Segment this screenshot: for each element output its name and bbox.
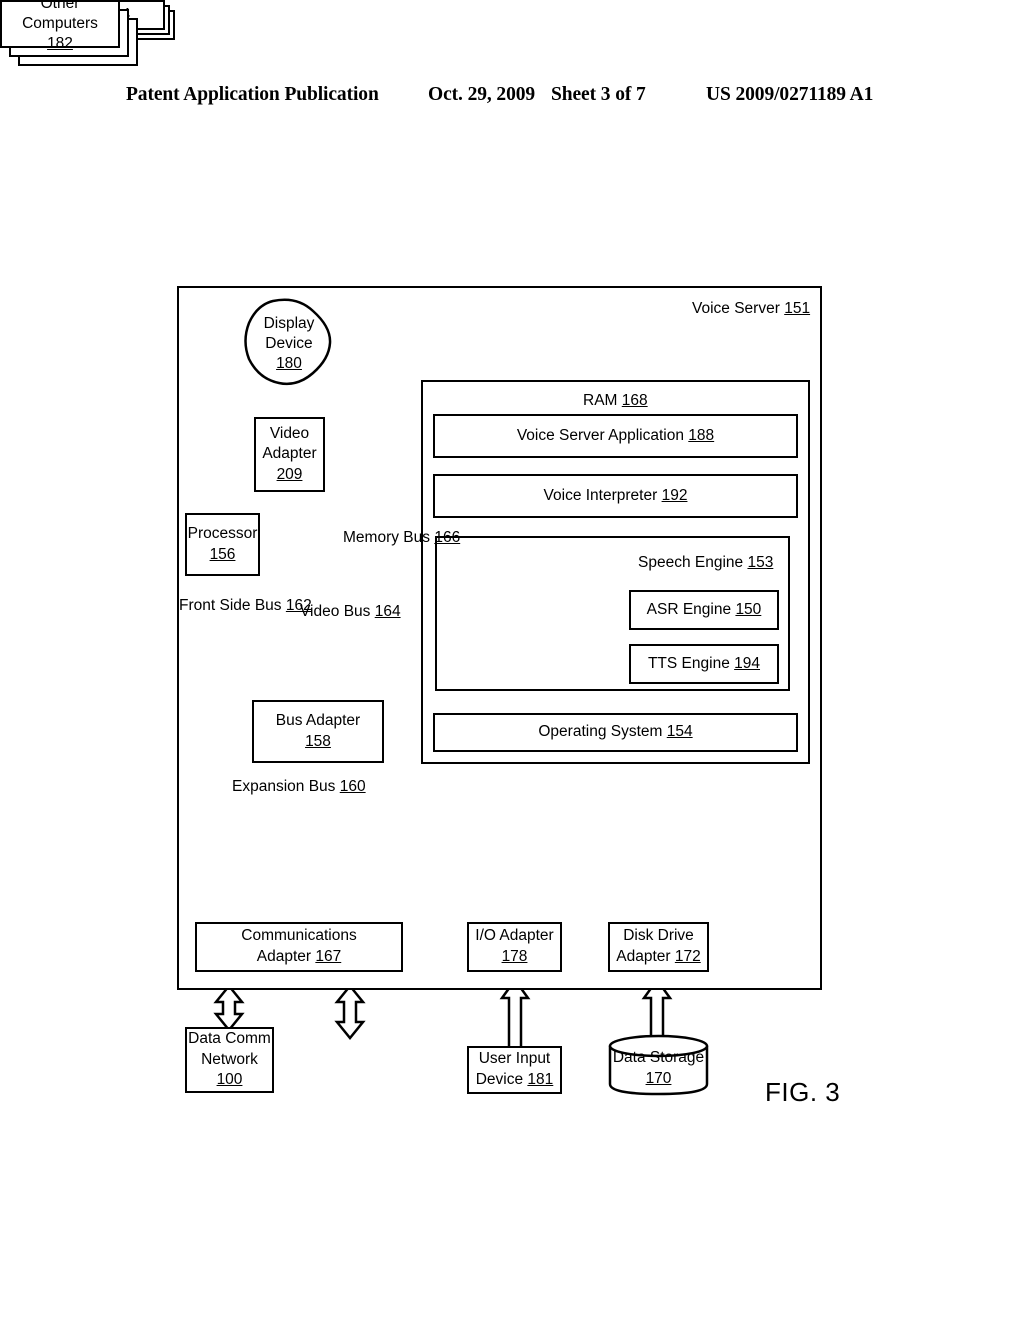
front-side-bus-ref: 162 <box>285 597 312 614</box>
video-adapter-ref: 209 <box>276 465 303 483</box>
io-adapter-ref: 178 <box>501 948 528 965</box>
user-input-device-line1: User Input <box>478 1050 551 1068</box>
grammar-stack: Grammar 104 <box>0 0 175 120</box>
memory-bus-label: Memory Bus 166 <box>343 528 460 548</box>
tts-engine-node: TTS Engine 194 <box>629 644 779 684</box>
other-computers-label: Other Computers <box>22 0 98 32</box>
disk-drive-adapter-line2-wrap: Adapter 172 <box>616 947 700 968</box>
tts-engine-text: TTS Engine 194 <box>648 654 760 675</box>
bus-adapter-ref: 158 <box>305 732 331 750</box>
ram-title-label: RAM <box>583 392 618 409</box>
voice-server-title: Voice Server 151 <box>692 300 810 318</box>
figure-caption: FIG. 3 <box>765 1077 841 1107</box>
voice-server-title-label: Voice Server <box>692 300 780 317</box>
ram-title: RAM 168 <box>583 392 648 410</box>
data-storage-text: Data Storage 170 <box>608 1034 709 1096</box>
expansion-bus-line2: Bus <box>308 778 336 795</box>
voice-server-ref: 151 <box>784 300 811 317</box>
other-computers-sheet-1: Other Computers 182 <box>0 0 120 52</box>
asr-engine-label: ASR Engine <box>646 600 732 618</box>
processor-node: Processor 156 <box>185 513 260 576</box>
display-device-line1: Display <box>263 314 315 332</box>
display-device-node: Display Device 180 <box>243 297 335 389</box>
voice-interpreter-text: Voice Interpreter 192 <box>544 486 688 507</box>
front-side-bus-line2: Side <box>219 597 251 614</box>
memory-bus-line2: Bus <box>403 529 431 546</box>
data-storage-node: Data Storage 170 <box>608 1034 709 1096</box>
front-side-bus-label: Front Side Bus 162 <box>179 596 312 616</box>
communications-adapter-line1: Communications <box>241 927 357 945</box>
video-bus-ref: 164 <box>374 603 401 620</box>
tts-engine-ref: 194 <box>734 654 761 672</box>
communications-adapter-line2: Adapter <box>256 948 312 965</box>
ram-ref: 168 <box>621 392 648 409</box>
asr-engine-node: ASR Engine 150 <box>629 590 779 630</box>
data-storage-ref: 170 <box>645 1069 672 1087</box>
data-comm-network-ref: 100 <box>216 1071 243 1089</box>
expansion-bus-ref: 160 <box>339 778 366 795</box>
disk-drive-adapter-ref: 172 <box>674 948 701 965</box>
display-device-text: Display Device 180 <box>243 297 335 389</box>
communications-adapter-node: Communications Adapter 167 <box>195 922 403 972</box>
data-comm-network-line1: Data Comm <box>188 1030 271 1048</box>
voice-server-application-node: Voice Server Application 188 <box>433 414 798 458</box>
asr-engine-text: ASR Engine 150 <box>647 600 762 621</box>
display-device-ref: 180 <box>276 355 302 373</box>
io-adapter-line1: I/O Adapter <box>475 927 554 945</box>
io-adapter-node: I/O Adapter 178 <box>467 922 562 972</box>
expansion-bus-line1: Expansion <box>232 778 305 795</box>
tts-engine-label: TTS Engine <box>647 654 730 672</box>
operating-system-label: Operating System <box>538 723 663 741</box>
front-side-bus-line1: Front <box>179 597 216 614</box>
disk-drive-adapter-line1: Disk Drive <box>623 927 694 945</box>
memory-bus-line2-wrap: Bus 166 <box>403 529 460 546</box>
user-input-device-node: User Input Device 181 <box>467 1046 562 1094</box>
voice-interpreter-label: Voice Interpreter <box>543 486 658 504</box>
other-computers-stack: Other Computers 182 <box>0 0 140 186</box>
speech-engine-ref: 153 <box>747 554 774 571</box>
disk-drive-adapter-line2: Adapter <box>616 948 671 965</box>
asr-engine-ref: 150 <box>735 600 762 618</box>
data-storage-label: Data Storage <box>612 1049 705 1067</box>
memory-bus-ref: 166 <box>434 529 461 546</box>
video-adapter-line1: Video <box>269 424 310 442</box>
video-bus-line2: Bus <box>343 603 371 620</box>
voice-interpreter-ref: 192 <box>661 486 688 504</box>
bus-adapter-node: Bus Adapter 158 <box>252 700 384 763</box>
memory-bus-line1: Memory <box>343 529 399 546</box>
speech-engine-title-label: Speech Engine <box>638 554 744 571</box>
front-side-bus-line3: Bus <box>254 597 282 614</box>
user-input-device-line2: Device <box>475 1071 524 1088</box>
processor-ref: 156 <box>209 545 236 563</box>
user-input-device-ref: 181 <box>527 1071 554 1088</box>
other-computers-ref: 182 <box>47 35 73 53</box>
video-adapter-node: Video Adapter 209 <box>254 417 325 492</box>
user-input-device-line2-wrap: Device 181 <box>476 1070 554 1091</box>
disk-drive-adapter-node: Disk Drive Adapter 172 <box>608 922 709 972</box>
voice-server-application-ref: 188 <box>688 426 715 444</box>
display-device-line2: Device <box>265 334 313 352</box>
voice-server-application-label: Voice Server Application <box>516 426 684 444</box>
data-comm-network-node: Data Comm Network 100 <box>185 1027 274 1093</box>
figure-3-diagram: Voice Server 151 Display Device 180 Vide… <box>0 0 1024 1320</box>
processor-line1: Processor <box>187 524 258 542</box>
operating-system-text: Operating System 154 <box>538 722 692 743</box>
communications-adapter-ref: 167 <box>315 948 342 965</box>
data-comm-network-line2: Network <box>201 1050 258 1068</box>
video-adapter-line2: Adapter <box>262 445 317 463</box>
speech-engine-title: Speech Engine 153 <box>638 554 773 572</box>
communications-adapter-line2-wrap: Adapter 167 <box>257 947 341 968</box>
voice-interpreter-node: Voice Interpreter 192 <box>433 474 798 518</box>
voice-server-application-text: Voice Server Application 188 <box>517 426 714 447</box>
expansion-bus-label: Expansion Bus 160 <box>232 777 366 797</box>
bus-adapter-line1: Bus Adapter <box>275 711 361 729</box>
operating-system-node: Operating System 154 <box>433 713 798 752</box>
operating-system-ref: 154 <box>666 723 693 741</box>
